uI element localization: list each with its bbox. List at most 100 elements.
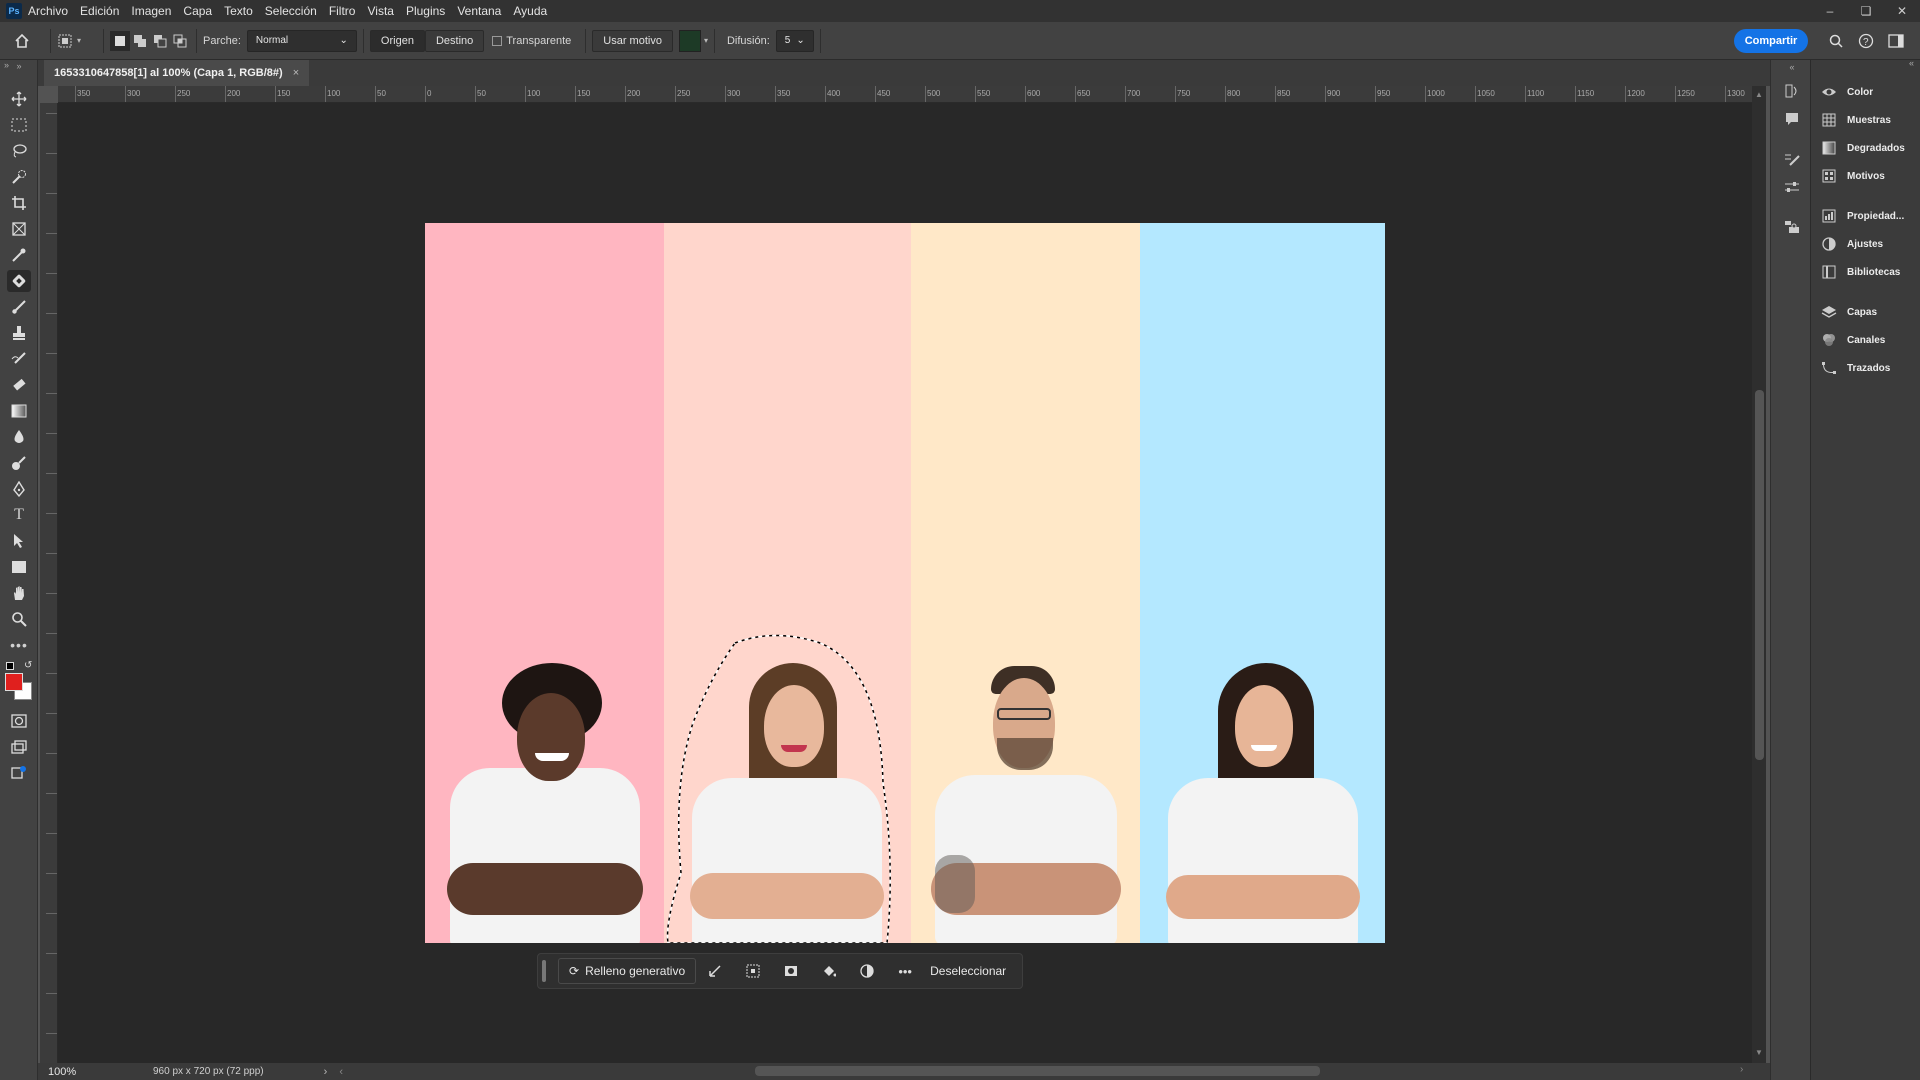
brush-settings-panel-icon[interactable] — [1783, 150, 1801, 168]
menu-edicion[interactable]: Edición — [74, 4, 125, 18]
create-mask-icon[interactable] — [772, 958, 810, 984]
close-window-icon[interactable]: ✕ — [1884, 0, 1920, 22]
menu-capa[interactable]: Capa — [177, 4, 218, 18]
help-icon[interactable]: ? — [1856, 31, 1876, 51]
panel-adjustments[interactable]: Ajustes — [1821, 234, 1883, 254]
zoom-tool-icon[interactable] — [7, 608, 31, 630]
type-tool-icon[interactable]: T — [7, 504, 31, 526]
scroll-up-icon[interactable]: ▲ — [1755, 90, 1763, 99]
panel-color[interactable]: Color — [1821, 82, 1873, 102]
more-tools-icon[interactable]: ••• — [7, 634, 31, 656]
fill-selection-icon[interactable] — [810, 958, 848, 984]
foreground-color-swatch[interactable] — [5, 673, 23, 691]
default-colors-icon[interactable] — [6, 662, 14, 670]
horizontal-scroll-thumb[interactable] — [755, 1066, 1320, 1076]
adjust-panel-icon[interactable] — [1783, 178, 1801, 196]
panel-gradients[interactable]: Degradados — [1821, 138, 1905, 158]
crop-tool-icon[interactable] — [7, 192, 31, 214]
comments-panel-icon[interactable] — [1783, 110, 1801, 128]
share-button[interactable]: Compartir — [1734, 29, 1808, 53]
subtract-selection-icon[interactable] — [150, 31, 170, 51]
brush-tool-icon[interactable] — [7, 296, 31, 318]
pen-tool-icon[interactable] — [7, 478, 31, 500]
frame-tool-icon[interactable] — [7, 218, 31, 240]
home-icon[interactable] — [0, 33, 44, 49]
scroll-left-icon[interactable]: ‹ — [339, 1066, 343, 1078]
menu-texto[interactable]: Texto — [218, 4, 259, 18]
tool-preset-picker[interactable]: ▾ — [57, 33, 97, 49]
healing-brush-tool-icon[interactable] — [7, 270, 31, 292]
expand-panels-icon[interactable]: » — [4, 60, 9, 78]
menu-imagen[interactable]: Imagen — [125, 4, 177, 18]
clone-source-panel-icon[interactable] — [1783, 218, 1801, 236]
panel-channels[interactable]: Canales — [1821, 330, 1885, 350]
eyedropper-tool-icon[interactable] — [7, 244, 31, 266]
generative-icon[interactable] — [7, 762, 31, 784]
blur-tool-icon[interactable] — [7, 426, 31, 448]
collapse-panels-icon[interactable]: « — [1909, 58, 1914, 68]
menu-seleccion[interactable]: Selección — [259, 4, 323, 18]
panel-properties[interactable]: Propiedad... — [1821, 206, 1904, 226]
chevron-down-icon[interactable]: ▾ — [704, 36, 708, 45]
swap-colors-icon[interactable]: ↺ — [24, 660, 32, 671]
drag-handle[interactable] — [542, 960, 546, 982]
scroll-down-icon[interactable]: ▼ — [1755, 1048, 1763, 1057]
use-pattern-button[interactable]: Usar motivo — [592, 29, 673, 52]
panel-libraries[interactable]: Bibliotecas — [1821, 262, 1900, 282]
document-image[interactable] — [425, 223, 1385, 943]
workspace-icon[interactable] — [1886, 31, 1906, 51]
restore-icon[interactable]: ❏ — [1848, 0, 1884, 22]
lasso-tool-icon[interactable] — [7, 140, 31, 162]
search-icon[interactable] — [1826, 31, 1846, 51]
eraser-tool-icon[interactable] — [7, 374, 31, 396]
dodge-tool-icon[interactable] — [7, 452, 31, 474]
status-expand-icon[interactable]: › — [324, 1066, 328, 1078]
transparent-checkbox-group[interactable]: Transparente — [492, 35, 571, 47]
clone-stamp-tool-icon[interactable] — [7, 322, 31, 344]
patch-mode-select[interactable]: Normal ⌄ — [246, 29, 357, 52]
panel-swatches[interactable]: Muestras — [1821, 110, 1891, 130]
modify-selection-icon[interactable] — [696, 958, 734, 984]
quick-mask-icon[interactable] — [7, 710, 31, 732]
select-subject-icon[interactable] — [734, 958, 772, 984]
menu-archivo[interactable]: Archivo — [22, 4, 74, 18]
document-tab[interactable]: 1653310647858[1] al 100% (Capa 1, RGB/8#… — [44, 60, 310, 86]
pattern-swatch[interactable] — [678, 29, 701, 52]
zoom-level[interactable]: 100% — [48, 1066, 108, 1078]
menu-ventana[interactable]: Ventana — [451, 4, 507, 18]
panel-layers[interactable]: Capas — [1821, 302, 1877, 322]
quick-selection-tool-icon[interactable] — [7, 166, 31, 188]
history-brush-tool-icon[interactable] — [7, 348, 31, 370]
panel-paths[interactable]: Trazados — [1821, 358, 1890, 378]
adjustment-layer-icon[interactable] — [848, 958, 886, 984]
history-panel-icon[interactable] — [1783, 82, 1801, 100]
panel-patterns[interactable]: Motivos — [1821, 166, 1885, 186]
menu-ayuda[interactable]: Ayuda — [507, 4, 553, 18]
more-options-icon[interactable]: ••• — [886, 958, 924, 984]
hand-tool-icon[interactable] — [7, 582, 31, 604]
marquee-tool-icon[interactable] — [7, 114, 31, 136]
screen-mode-icon[interactable] — [7, 736, 31, 758]
collapse-toolbar-icon[interactable]: » — [7, 60, 31, 72]
add-selection-icon[interactable] — [130, 31, 150, 51]
close-tab-icon[interactable]: × — [293, 67, 299, 79]
menu-vista[interactable]: Vista — [361, 4, 399, 18]
intersect-selection-icon[interactable] — [170, 31, 190, 51]
scroll-right-icon[interactable]: › — [1740, 1064, 1743, 1075]
path-selection-tool-icon[interactable] — [7, 530, 31, 552]
transparent-checkbox[interactable] — [492, 35, 503, 46]
minimize-icon[interactable]: – — [1812, 0, 1848, 22]
move-tool-icon[interactable] — [7, 88, 31, 110]
deselect-button[interactable]: Deseleccionar — [930, 964, 1006, 978]
new-selection-icon[interactable] — [110, 30, 130, 51]
source-button[interactable]: Origen — [369, 29, 425, 52]
menu-filtro[interactable]: Filtro — [323, 4, 362, 18]
vertical-scroll-thumb[interactable] — [1755, 390, 1764, 760]
destination-button[interactable]: Destino — [424, 29, 485, 52]
diffusion-select[interactable]: 5 ⌄ — [775, 29, 814, 52]
gradient-tool-icon[interactable] — [7, 400, 31, 422]
generative-fill-button[interactable]: ⟳ Relleno generativo — [558, 958, 697, 984]
menu-plugins[interactable]: Plugins — [400, 4, 451, 18]
collapse-icon-column-icon[interactable]: « — [1783, 58, 1801, 76]
rectangle-tool-icon[interactable] — [7, 556, 31, 578]
